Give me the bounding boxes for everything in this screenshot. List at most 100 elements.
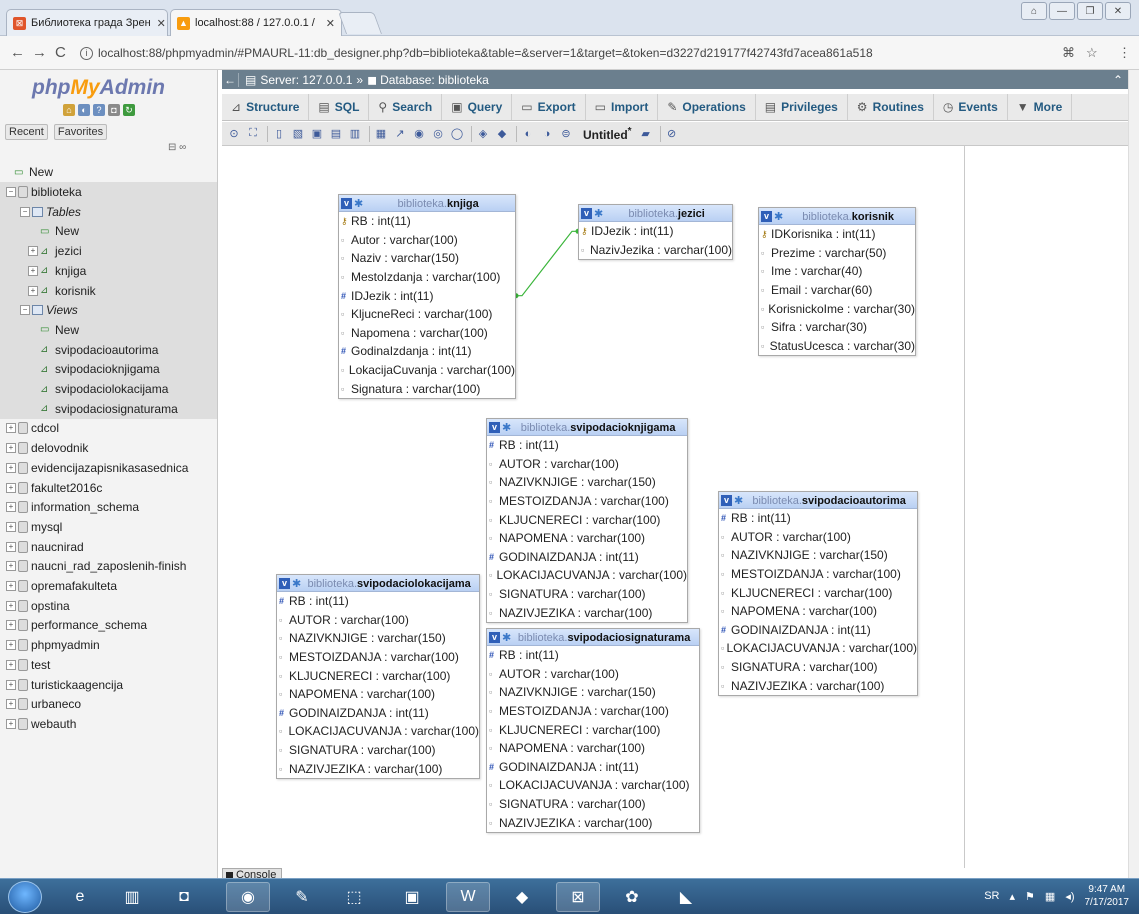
designer-table-svipodaciolokacijama[interactable]: v ✱ biblioteka.svipodaciolokacijama # RB : i… [276, 574, 480, 779]
mysql-workbench-icon[interactable]: ◆ [500, 882, 544, 912]
tab-privileges[interactable]: ▤ Privileges [756, 94, 848, 120]
logout-icon[interactable]: ◐ [78, 104, 90, 116]
designer-table-header[interactable]: v ✱ biblioteka.svipodacioknjigama [487, 419, 687, 436]
table-column-row[interactable]: # GODINAIZDANJA : int(11) [487, 548, 687, 567]
reload-icon[interactable]: C [55, 44, 66, 61]
gear-icon[interactable]: ✱ [502, 631, 511, 644]
view-fullscreen-icon[interactable]: ⛶ [245, 126, 261, 142]
table-column-row[interactable]: ▫ SIGNATURA : varchar(100) [487, 585, 687, 604]
gear-icon[interactable]: ✱ [774, 210, 783, 223]
table-column-row[interactable]: ▫ Sifra : varchar(30) [759, 318, 915, 337]
expand-icon[interactable]: + [6, 462, 16, 473]
designer-table-header[interactable]: v ✱ biblioteka.jezici [579, 205, 732, 222]
select-table-checkbox[interactable]: v [341, 197, 352, 209]
start-button[interactable] [8, 881, 42, 913]
table-column-row[interactable]: ▫ NAPOMENA : varchar(100) [277, 685, 479, 704]
expand-icon[interactable]: + [6, 443, 16, 454]
nav-db-phpmyadmin[interactable]: + phpmyadmin [0, 635, 100, 655]
internet-explorer-icon[interactable]: e [58, 882, 102, 912]
table-column-row[interactable]: ▫ LOKACIJACUVANJA : varchar(100) [487, 776, 699, 795]
nav-db-performance_schema[interactable]: + performance_schema [0, 615, 147, 635]
nav-db-fakultet2016c[interactable]: + fakultet2016c [0, 478, 102, 498]
expand-icon[interactable]: + [6, 718, 16, 729]
table-column-row[interactable]: ▫ KorisnickoIme : varchar(30) [759, 299, 915, 318]
docs-icon[interactable]: ? [93, 104, 105, 116]
nav-db-opremafakulteta[interactable]: + opremafakulteta [0, 576, 117, 596]
nav-new-database[interactable]: ▭ New [0, 162, 53, 182]
table-column-row[interactable]: ▫ NAPOMENA : varchar(100) [487, 529, 687, 548]
table-column-row[interactable]: # GODINAIZDANJA : int(11) [719, 621, 917, 640]
notes-app-icon[interactable]: ◣ [664, 882, 708, 912]
table-column-row[interactable]: # RB : int(11) [487, 646, 699, 665]
tab-export[interactable]: ▭ Export [512, 94, 586, 120]
table-column-row[interactable]: ⚷ RB : int(11) [339, 212, 515, 231]
table-column-row[interactable]: ▫ AUTOR : varchar(100) [487, 665, 699, 684]
table-column-row[interactable]: ▫ SIGNATURA : varchar(100) [277, 741, 479, 760]
table-column-row[interactable]: ⚷ IDKorisnika : int(11) [759, 225, 915, 244]
xampp-icon[interactable]: ⊠ [556, 882, 600, 912]
settings-icon[interactable]: ◘ [108, 104, 120, 116]
table-column-row[interactable]: ▫ NAZIVJEZIKA : varchar(100) [719, 676, 917, 695]
designer-table-svipodacioautorima[interactable]: v ✱ biblioteka.svipodacioautorima # RB : int… [718, 491, 918, 696]
nav-db-evidencijazapisnikasasednica[interactable]: + evidencijazapisnikasasednica [0, 458, 188, 478]
nav-views-new[interactable]: ▭ New [0, 319, 217, 340]
breadcrumb-database[interactable]: Database: biblioteka [380, 73, 489, 87]
expand-icon[interactable]: + [28, 265, 38, 276]
expand-icon[interactable]: + [6, 640, 16, 651]
nav-db-naucnirad[interactable]: + naucnirad [0, 537, 84, 557]
expand-icon[interactable]: + [6, 541, 16, 552]
maximize-icon[interactable]: ❐ [1077, 2, 1103, 20]
volume-icon[interactable]: ◂) [1065, 890, 1074, 903]
toggle-small-big-icon[interactable]: ◑ [539, 126, 555, 142]
close-window-icon[interactable]: ✕ [1105, 2, 1131, 20]
tab-import[interactable]: ▭ Import [586, 94, 659, 120]
table-column-row[interactable]: ▫ NAZIVJEZIKA : varchar(100) [487, 813, 699, 832]
table-column-row[interactable]: # GODINAIZDANJA : int(11) [277, 704, 479, 723]
designer-table-header[interactable]: v ✱ biblioteka.korisnik [759, 208, 915, 225]
designer-table-svipodacioknjigama[interactable]: v ✱ biblioteka.svipodacioknjigama # RB : int… [486, 418, 688, 623]
nav-tables-new[interactable]: ▭ New [0, 221, 217, 242]
new-page-icon[interactable]: ▯ [271, 126, 287, 142]
close-tab-icon[interactable]: ✕ [151, 17, 166, 30]
table-column-row[interactable]: ▫ SIGNATURA : varchar(100) [487, 795, 699, 814]
table-column-row[interactable]: ⚷ IDJezik : int(11) [579, 222, 732, 241]
expand-icon[interactable]: + [6, 600, 16, 611]
snap-to-grid-icon[interactable]: ◆ [494, 126, 510, 142]
phpmyadmin-logo[interactable]: phpMyAdmin [32, 76, 165, 100]
table-column-row[interactable]: ▫ NazivJezika : varchar(100) [579, 241, 732, 260]
select-table-checkbox[interactable]: v [581, 207, 592, 219]
table-column-row[interactable]: ▫ LokacijaCuvanja : varchar(100) [339, 361, 515, 380]
table-column-row[interactable]: ▫ Email : varchar(60) [759, 281, 915, 300]
tab-structure[interactable]: ⊿ Structure [222, 94, 310, 120]
help-icon[interactable]: ◯ [449, 126, 465, 142]
favorites-tab[interactable]: Favorites [53, 124, 108, 140]
table-column-row[interactable]: ▫ Napomena : varchar(100) [339, 324, 515, 343]
collapse-link-icons[interactable]: ⊟ ∞ [168, 142, 186, 153]
designer-table-header[interactable]: v ✱ biblioteka.svipodacioautorima [719, 492, 917, 509]
nav-tables-group[interactable]: − Tables [0, 201, 217, 222]
designer-table-header[interactable]: v ✱ biblioteka.svipodaciosignaturama [487, 629, 699, 646]
network-icon[interactable]: ▦ [1045, 890, 1055, 903]
table-column-row[interactable]: ▫ Signatura : varchar(100) [339, 379, 515, 398]
tab-query[interactable]: ▣ Query [442, 94, 513, 120]
display-field-icon[interactable]: ◉ [411, 126, 427, 142]
nav-table-korisnik[interactable]: + ⊿ korisnik [0, 280, 217, 301]
export-schema-icon[interactable]: ⊜ [558, 126, 574, 142]
home-icon[interactable]: ⌂ [63, 104, 75, 116]
nav-db-cdcol[interactable]: + cdcol [0, 418, 59, 438]
tab-operations[interactable]: ✎ Operations [658, 94, 756, 120]
expand-icon[interactable]: + [28, 285, 38, 296]
clock[interactable]: 9:47 AM 7/17/2017 [1085, 883, 1130, 909]
table-column-row[interactable]: ▫ KLJUCNERECI : varchar(100) [487, 510, 687, 529]
angular-links-icon[interactable]: ◈ [475, 126, 491, 142]
menu-dots-icon[interactable]: ⋮ [1118, 45, 1131, 61]
nav-view-svipodaciolokacijama[interactable]: ⊿ svipodaciolokacijama [0, 379, 217, 399]
relation-line-knjiga-jezici[interactable] [516, 230, 578, 297]
reload-designer-icon[interactable]: ◎ [430, 126, 446, 142]
nav-db-mysql[interactable]: + mysql [0, 517, 62, 537]
create-relation-icon[interactable]: ↗ [392, 126, 408, 142]
expand-icon[interactable]: + [6, 679, 16, 690]
collapse-icon[interactable]: − [20, 305, 30, 316]
table-column-row[interactable]: ▫ NAZIVKNJIGE : varchar(150) [719, 546, 917, 565]
table-column-row[interactable]: ▫ MESTOIZDANJA : varchar(100) [719, 565, 917, 584]
